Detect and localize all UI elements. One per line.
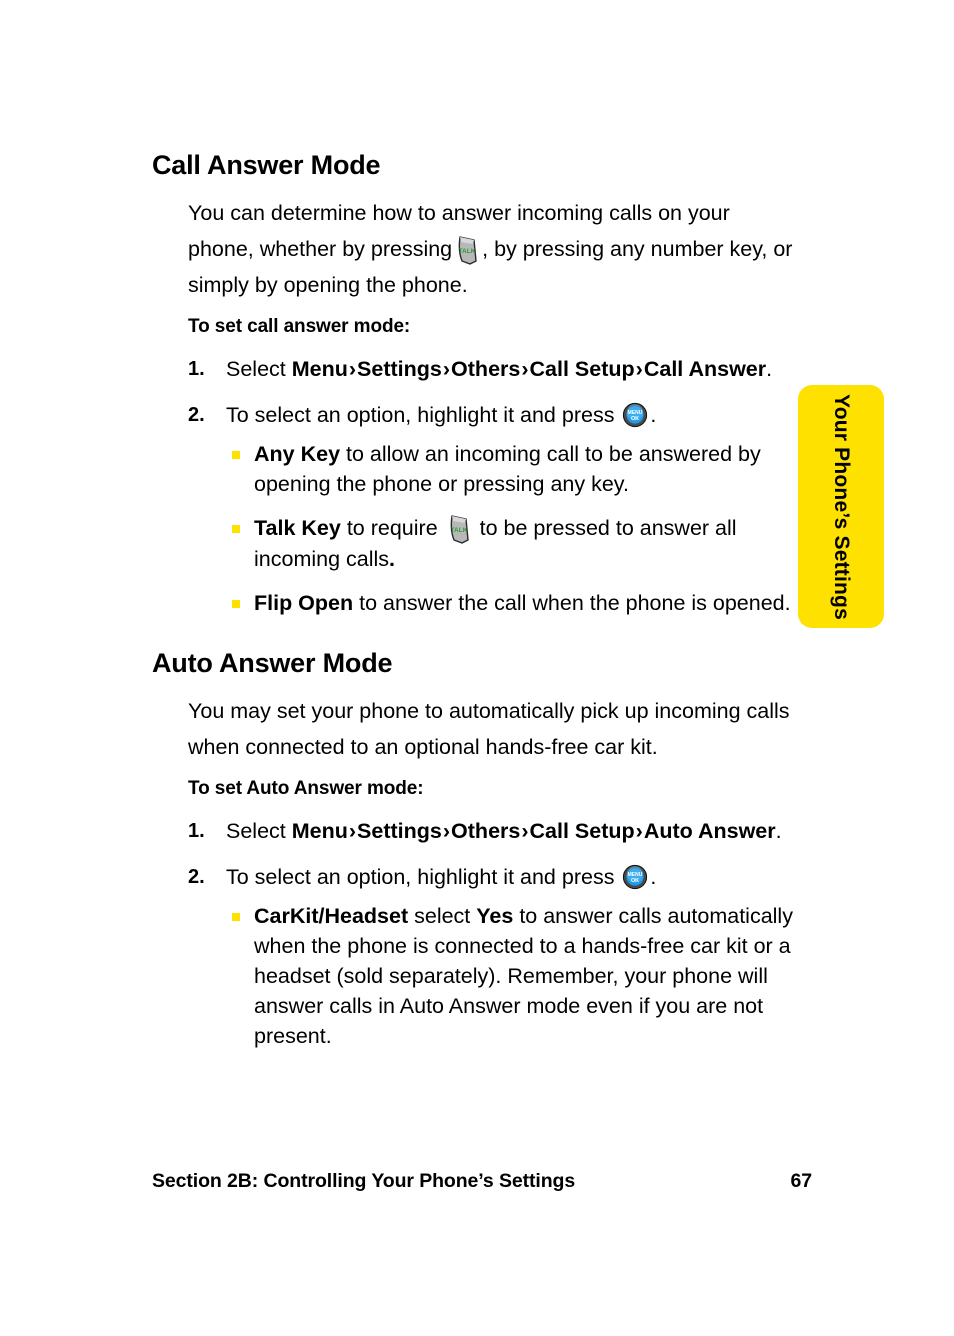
page-content: Call Answer Mode You can determine how t…: [152, 150, 800, 1065]
footer-page-number: 67: [790, 1170, 813, 1192]
svg-text:TALK: TALK: [450, 527, 467, 534]
bullet-item-carkit-headset: CarKit/Headset select Yes to answer call…: [226, 901, 800, 1051]
steps-list-auto-answer: 1. Select Menu›Settings›Others›Call Setup…: [188, 815, 800, 1051]
menu-ok-key-icon: MENU OK: [622, 864, 648, 890]
chevron-separator: ›: [442, 819, 451, 843]
step-item: 1. Select Menu›Settings›Others›Call Setup…: [188, 815, 800, 847]
step-number: 2.: [188, 866, 205, 888]
step-text-before: Select: [226, 357, 292, 381]
menu-ok-key-icon: MENU OK: [622, 402, 648, 428]
chevron-separator: ›: [442, 357, 451, 381]
bullet-term-yes: Yes: [476, 904, 514, 928]
bullet-term: Flip Open: [254, 591, 354, 615]
menu-path-item-call-setup: Call Setup: [529, 819, 635, 843]
menu-path-item-others: Others: [451, 819, 521, 843]
bullet-term: CarKit/Headset: [254, 904, 409, 928]
menu-path-item-menu: Menu: [291, 357, 348, 381]
intro-paragraph-call-answer: You can determine how to answer incoming…: [188, 195, 800, 303]
menu-path-item-others: Others: [451, 357, 521, 381]
step-text-before: To select an option, highlight it and pr…: [226, 865, 621, 889]
sub-bullets-call-answer: Any Key to allow an incoming call to be …: [226, 439, 800, 618]
manual-page: Your Phone’s Settings Call Answer Mode Y…: [0, 0, 954, 1336]
bullet-square-icon: [232, 525, 240, 533]
chevron-separator: ›: [635, 819, 643, 843]
chevron-separator: ›: [521, 819, 529, 843]
lead-in-call-answer: To set call answer mode:: [188, 316, 411, 337]
step-text-before: To select an option, highlight it and pr…: [226, 403, 621, 427]
bullet-text-before: to require: [340, 516, 444, 540]
intro-paragraph-auto-answer: You may set your phone to automatically …: [188, 699, 790, 759]
step-text-after: .: [650, 865, 657, 889]
chevron-separator: ›: [521, 357, 529, 381]
heading-call-answer-mode: Call Answer Mode: [152, 150, 381, 180]
step-item: 2. To select an option, highlight it and …: [188, 861, 800, 1051]
talk-key-icon: TALK: [454, 235, 480, 265]
step-number: 1.: [188, 820, 205, 842]
step-number: 2.: [188, 404, 205, 426]
section-body-call-answer-mode: You can determine how to answer incoming…: [188, 195, 800, 618]
menu-path-item-call-setup: Call Setup: [529, 357, 635, 381]
menu-path-item-auto-answer: Auto Answer: [643, 819, 776, 843]
bullet-text-mid-1: select: [408, 904, 477, 928]
bullet-item-talk-key: Talk Key to require TALK to be pressed t…: [226, 513, 800, 574]
menu-path-item-settings: Settings: [357, 357, 442, 381]
bullet-trailing-period: .: [389, 547, 396, 571]
steps-list-call-answer: 1. Select Menu›Settings›Others›Call Setup…: [188, 353, 800, 618]
sub-bullets-auto-answer: CarKit/Headset select Yes to answer call…: [226, 901, 800, 1051]
page-footer: Section 2B: Controlling Your Phone’s Set…: [152, 1170, 812, 1193]
bullet-term: Talk Key: [254, 516, 341, 540]
bullet-square-icon: [232, 913, 240, 921]
side-tab-your-phones-settings: Your Phone’s Settings: [798, 385, 884, 628]
bullet-item-any-key: Any Key to allow an incoming call to be …: [226, 439, 800, 499]
menu-path-item-call-answer: Call Answer: [643, 357, 767, 381]
footer-section-label: Section 2B: Controlling Your Phone’s Set…: [152, 1170, 576, 1192]
step-text-after: .: [766, 357, 773, 381]
chevron-separator: ›: [348, 819, 357, 843]
menu-path-item-settings: Settings: [357, 819, 442, 843]
menu-path-item-menu: Menu: [291, 819, 348, 843]
section-body-auto-answer-mode: You may set your phone to automatically …: [188, 693, 800, 1051]
step-item: 2. To select an option, highlight it and …: [188, 399, 800, 618]
svg-text:OK: OK: [631, 878, 639, 884]
lead-in-auto-answer: To set Auto Answer mode:: [188, 778, 424, 799]
chevron-separator: ›: [348, 357, 357, 381]
svg-text:TALK: TALK: [459, 248, 476, 255]
step-text-before: Select: [226, 819, 292, 843]
bullet-text: to answer the call when the phone is ope…: [353, 591, 791, 615]
svg-text:OK: OK: [631, 416, 639, 422]
talk-key-icon: TALK: [446, 514, 472, 544]
bullet-item-flip-open: Flip Open to answer the call when the ph…: [226, 588, 800, 618]
step-item: 1. Select Menu›Settings›Others›Call Setup…: [188, 353, 800, 385]
bullet-square-icon: [232, 600, 240, 608]
side-tab-label: Your Phone’s Settings: [830, 393, 853, 620]
heading-auto-answer-mode: Auto Answer Mode: [152, 648, 393, 678]
step-text-after: .: [650, 403, 657, 427]
chevron-separator: ›: [635, 357, 643, 381]
bullet-term: Any Key: [254, 442, 341, 466]
step-number: 1.: [188, 358, 205, 380]
bullet-square-icon: [232, 451, 240, 459]
step-text-after: .: [775, 819, 782, 843]
